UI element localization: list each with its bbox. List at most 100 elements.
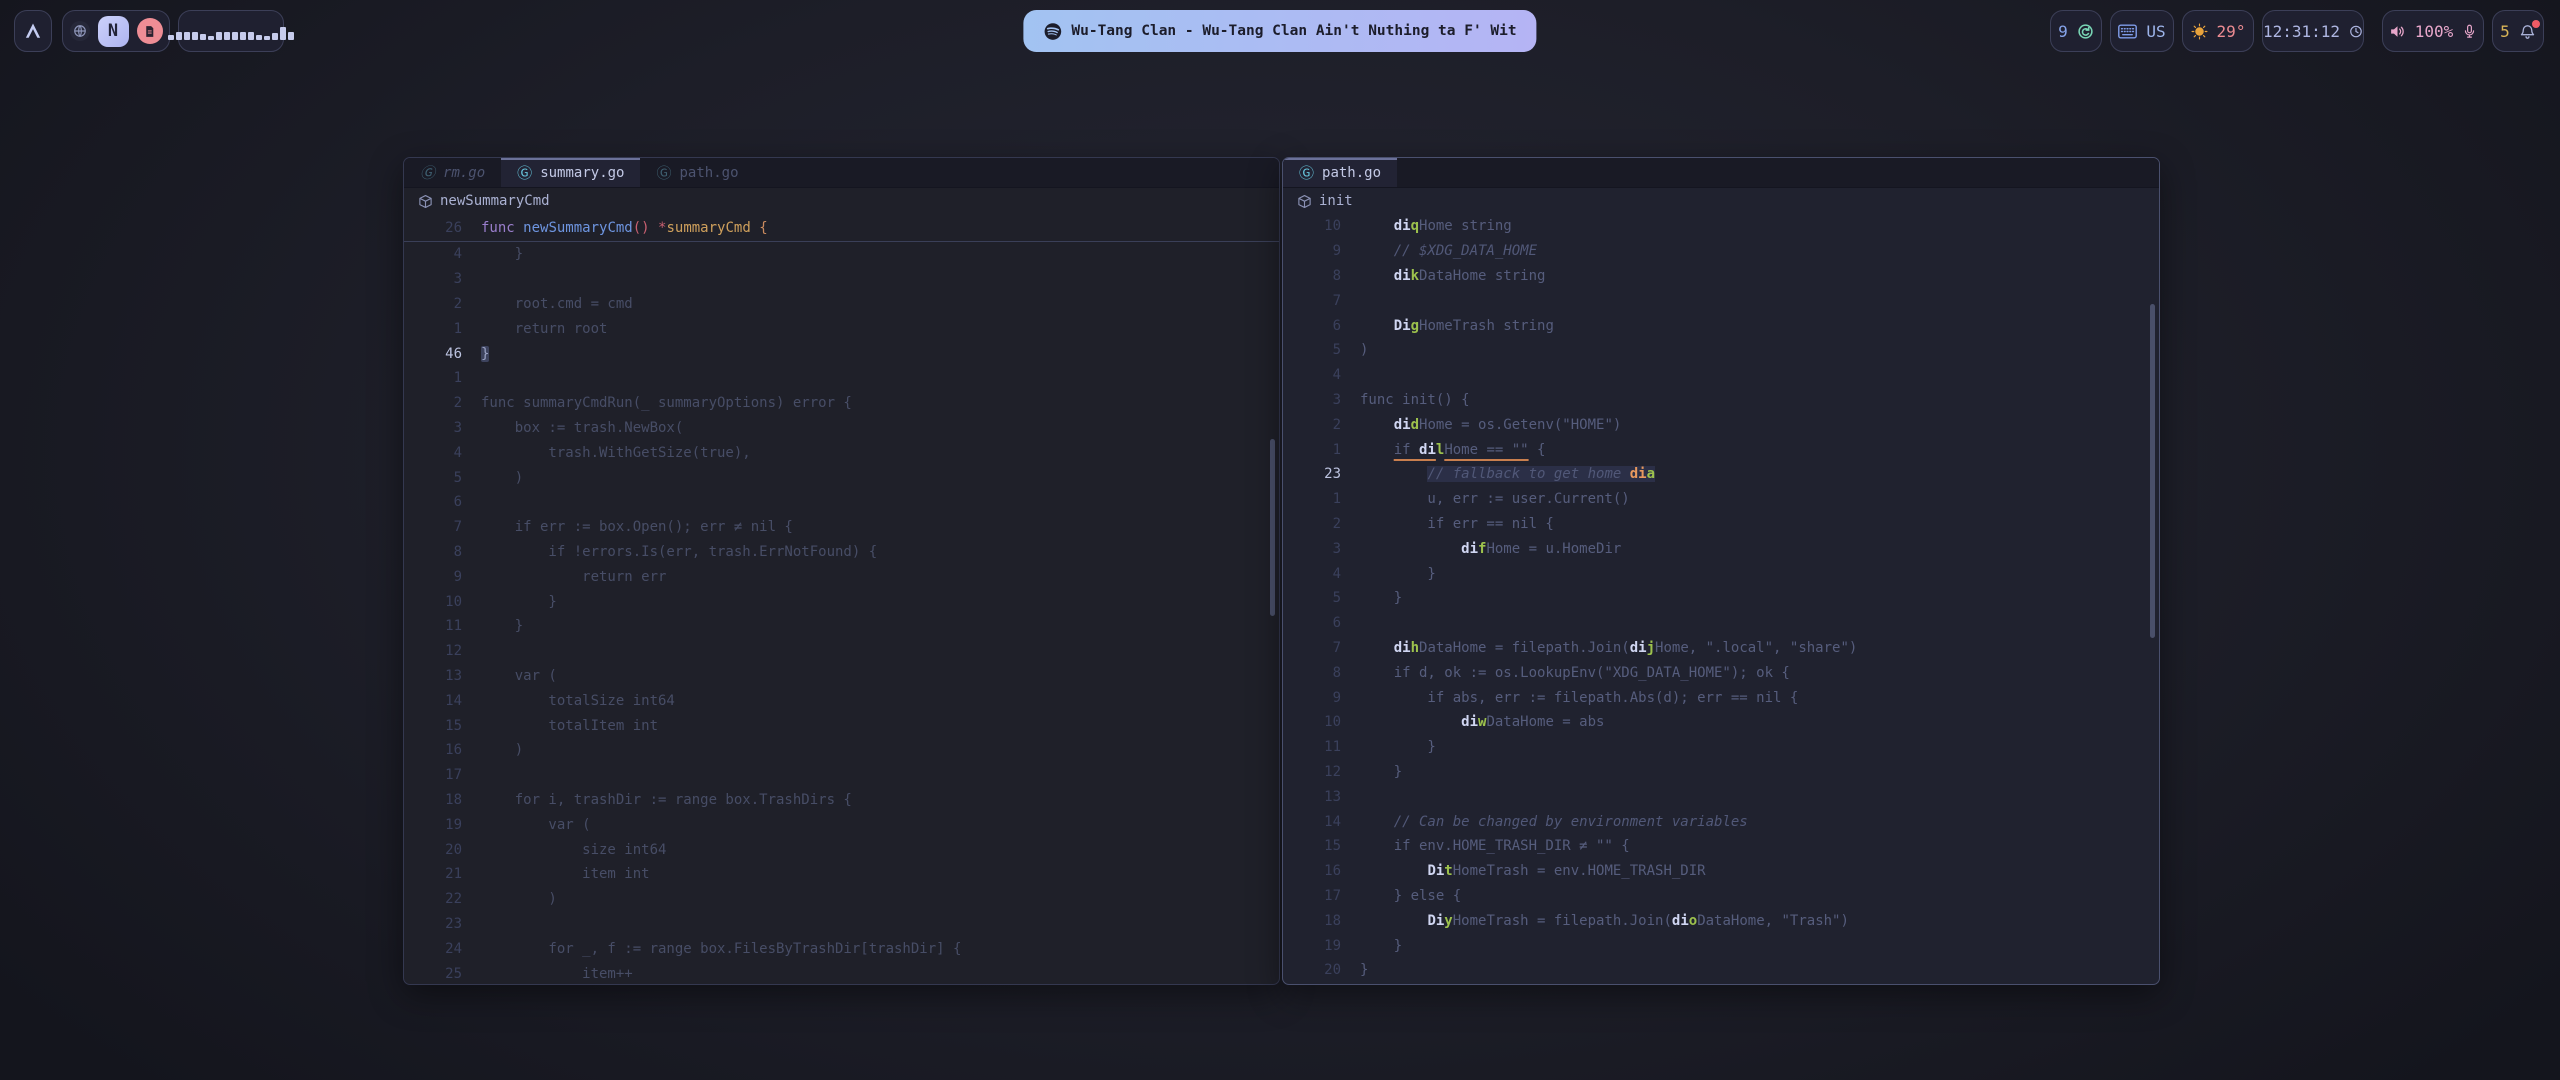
code-line[interactable]: 23 // fallback to get home dia bbox=[1283, 462, 2159, 487]
code-line[interactable]: 8 if d, ok := os.LookupEnv("XDG_DATA_HOM… bbox=[1283, 660, 2159, 685]
microphone-icon bbox=[2462, 23, 2477, 40]
code-line[interactable]: 21 item int bbox=[404, 862, 1279, 887]
now-playing-pill[interactable]: Wu-Tang Clan - Wu-Tang Clan Ain't Nuthin… bbox=[1023, 10, 1536, 52]
code-line[interactable]: 4 trash.WithGetSize(true), bbox=[404, 440, 1279, 465]
code-line[interactable]: 6 bbox=[1283, 611, 2159, 636]
notifications-pill[interactable]: 5 bbox=[2492, 10, 2544, 52]
weather-pill[interactable]: 29° bbox=[2182, 10, 2254, 52]
code-line[interactable]: 20 size int64 bbox=[404, 837, 1279, 862]
workspace-browser[interactable] bbox=[70, 21, 90, 41]
code-line[interactable]: 6 DigHomeTrash string bbox=[1283, 313, 2159, 338]
code-text: } bbox=[1360, 938, 1402, 954]
code-line[interactable]: 22 ) bbox=[404, 887, 1279, 912]
code-line[interactable]: 3 box := trash.NewBox( bbox=[404, 416, 1279, 441]
visualizer-bar bbox=[256, 35, 262, 40]
editor-window-left[interactable]: Ⓖrm.goⒼsummary.goⒼpath.go newSummaryCmd … bbox=[403, 157, 1280, 985]
code-line[interactable]: 16 DitHomeTrash = env.HOME_TRASH_DIR bbox=[1283, 859, 2159, 884]
code-line[interactable]: 14 totalSize int64 bbox=[404, 688, 1279, 713]
left-scrollbar[interactable] bbox=[1270, 439, 1275, 616]
code-line[interactable]: 17 } else { bbox=[1283, 884, 2159, 909]
code-line[interactable]: 13 bbox=[1283, 784, 2159, 809]
code-line[interactable]: 1 if dilHome == "" { bbox=[1283, 437, 2159, 462]
code-line[interactable]: 19 var ( bbox=[404, 812, 1279, 837]
code-line[interactable]: 17 bbox=[404, 763, 1279, 788]
code-line[interactable]: 2func summaryCmdRun(_ summaryOptions) er… bbox=[404, 391, 1279, 416]
code-line[interactable]: 25 item++ bbox=[404, 961, 1279, 985]
code-line[interactable]: 2 if err == nil { bbox=[1283, 512, 2159, 537]
left-code-area[interactable]: 4 }32 root.cmd = cmd1 return root46}12fu… bbox=[404, 242, 1279, 985]
editor-tab-path-go[interactable]: Ⓖpath.go bbox=[640, 158, 754, 187]
code-line[interactable]: 8 if !errors.Is(err, trash.ErrNotFound) … bbox=[404, 540, 1279, 565]
code-line[interactable]: 1 return root bbox=[404, 316, 1279, 341]
code-line[interactable]: 2 root.cmd = cmd bbox=[404, 292, 1279, 317]
code-text: root.cmd = cmd bbox=[481, 296, 633, 312]
audio-visualizer-pill[interactable] bbox=[178, 10, 284, 52]
code-line[interactable]: 11 } bbox=[1283, 735, 2159, 760]
right-code-area[interactable]: 10 diqHome string9 // $XDG_DATA_HOME8 di… bbox=[1283, 214, 2159, 983]
code-line[interactable]: 11 } bbox=[404, 614, 1279, 639]
code-line[interactable]: 13 var ( bbox=[404, 664, 1279, 689]
code-line[interactable]: 18 for i, trashDir := range box.TrashDir… bbox=[404, 788, 1279, 813]
right-scrollbar[interactable] bbox=[2150, 304, 2155, 638]
code-line[interactable]: 9 return err bbox=[404, 564, 1279, 589]
line-number: 15 bbox=[404, 718, 462, 734]
code-line[interactable]: 4 } bbox=[404, 242, 1279, 267]
code-line[interactable]: 12 } bbox=[1283, 760, 2159, 785]
workspace-editor-active[interactable]: N bbox=[98, 16, 129, 47]
code-text: trash.WithGetSize(true), bbox=[481, 445, 751, 461]
code-line[interactable]: 15 if env.HOME_TRASH_DIR ≠ "" { bbox=[1283, 834, 2159, 859]
editor-tab-rm-go[interactable]: Ⓖrm.go bbox=[404, 158, 501, 187]
code-line[interactable]: 15 totalItem int bbox=[404, 713, 1279, 738]
code-line[interactable]: 7 if err := box.Open(); err ≠ nil { bbox=[404, 515, 1279, 540]
code-text: dihDataHome = filepath.Join(dijHome, ".l… bbox=[1360, 640, 1857, 656]
code-line[interactable]: 3 bbox=[404, 267, 1279, 292]
clock-pill[interactable]: 12:31:12 bbox=[2262, 10, 2364, 52]
editor-tab-summary-go[interactable]: Ⓖsummary.go bbox=[501, 158, 640, 187]
visualizer-bar bbox=[208, 36, 214, 40]
code-line[interactable]: 20} bbox=[1283, 958, 2159, 983]
launcher-button[interactable] bbox=[14, 10, 52, 52]
editor-tab-path-go[interactable]: Ⓖpath.go bbox=[1283, 158, 1397, 187]
keyboard-layout-pill[interactable]: US bbox=[2110, 10, 2174, 52]
audio-pill[interactable]: 100% bbox=[2382, 10, 2484, 52]
code-line[interactable]: 10 diqHome string bbox=[1283, 214, 2159, 239]
code-line[interactable]: 2 didHome = os.Getenv("HOME") bbox=[1283, 412, 2159, 437]
code-line[interactable]: 12 bbox=[404, 639, 1279, 664]
code-line[interactable]: 4 } bbox=[1283, 561, 2159, 586]
editor-window-right[interactable]: Ⓖpath.go init 10 diqHome string9 // $XDG… bbox=[1282, 157, 2160, 985]
code-line[interactable]: 23 bbox=[404, 912, 1279, 937]
code-line[interactable]: 16 ) bbox=[404, 738, 1279, 763]
line-number: 25 bbox=[404, 966, 462, 982]
code-line[interactable]: 4 bbox=[1283, 363, 2159, 388]
code-line[interactable]: 5 ) bbox=[404, 465, 1279, 490]
code-line[interactable]: 24 for _, f := range box.FilesByTrashDir… bbox=[404, 936, 1279, 961]
code-line[interactable]: 1 u, err := user.Current() bbox=[1283, 487, 2159, 512]
code-text: for i, trashDir := range box.TrashDirs { bbox=[481, 792, 852, 808]
code-line[interactable]: 6 bbox=[404, 490, 1279, 515]
code-line[interactable]: 18 DiyHomeTrash = filepath.Join(dioDataH… bbox=[1283, 908, 2159, 933]
code-text: // Can be changed by environment variabl… bbox=[1360, 814, 1748, 830]
code-line[interactable]: 3 difHome = u.HomeDir bbox=[1283, 536, 2159, 561]
code-line[interactable]: 8 dikDataHome string bbox=[1283, 264, 2159, 289]
code-line[interactable]: 7 bbox=[1283, 288, 2159, 313]
code-line[interactable]: 9 if abs, err := filepath.Abs(d); err ==… bbox=[1283, 685, 2159, 710]
code-line[interactable]: 9 // $XDG_DATA_HOME bbox=[1283, 239, 2159, 264]
code-line[interactable]: 5) bbox=[1283, 338, 2159, 363]
workspace-documents[interactable] bbox=[137, 18, 163, 44]
code-line[interactable]: 10 } bbox=[404, 589, 1279, 614]
code-line[interactable]: 19 } bbox=[1283, 933, 2159, 958]
line-number: 7 bbox=[1283, 293, 1341, 309]
code-line[interactable]: 5 } bbox=[1283, 586, 2159, 611]
updates-pill[interactable]: 9 bbox=[2050, 10, 2102, 52]
tab-label: summary.go bbox=[540, 165, 624, 181]
code-line[interactable]: 46} bbox=[404, 341, 1279, 366]
code-line[interactable]: 1 bbox=[404, 366, 1279, 391]
left-breadcrumb: newSummaryCmd bbox=[404, 188, 1279, 214]
code-line[interactable]: 3func init() { bbox=[1283, 388, 2159, 413]
code-line[interactable]: 14 // Can be changed by environment vari… bbox=[1283, 809, 2159, 834]
go-file-icon: Ⓖ bbox=[517, 162, 532, 183]
code-line[interactable]: 10 diwDataHome = abs bbox=[1283, 710, 2159, 735]
code-line[interactable]: 7 dihDataHome = filepath.Join(dijHome, "… bbox=[1283, 636, 2159, 661]
tab-label: rm.go bbox=[443, 165, 485, 181]
workspaces-pill[interactable]: N bbox=[62, 10, 170, 52]
